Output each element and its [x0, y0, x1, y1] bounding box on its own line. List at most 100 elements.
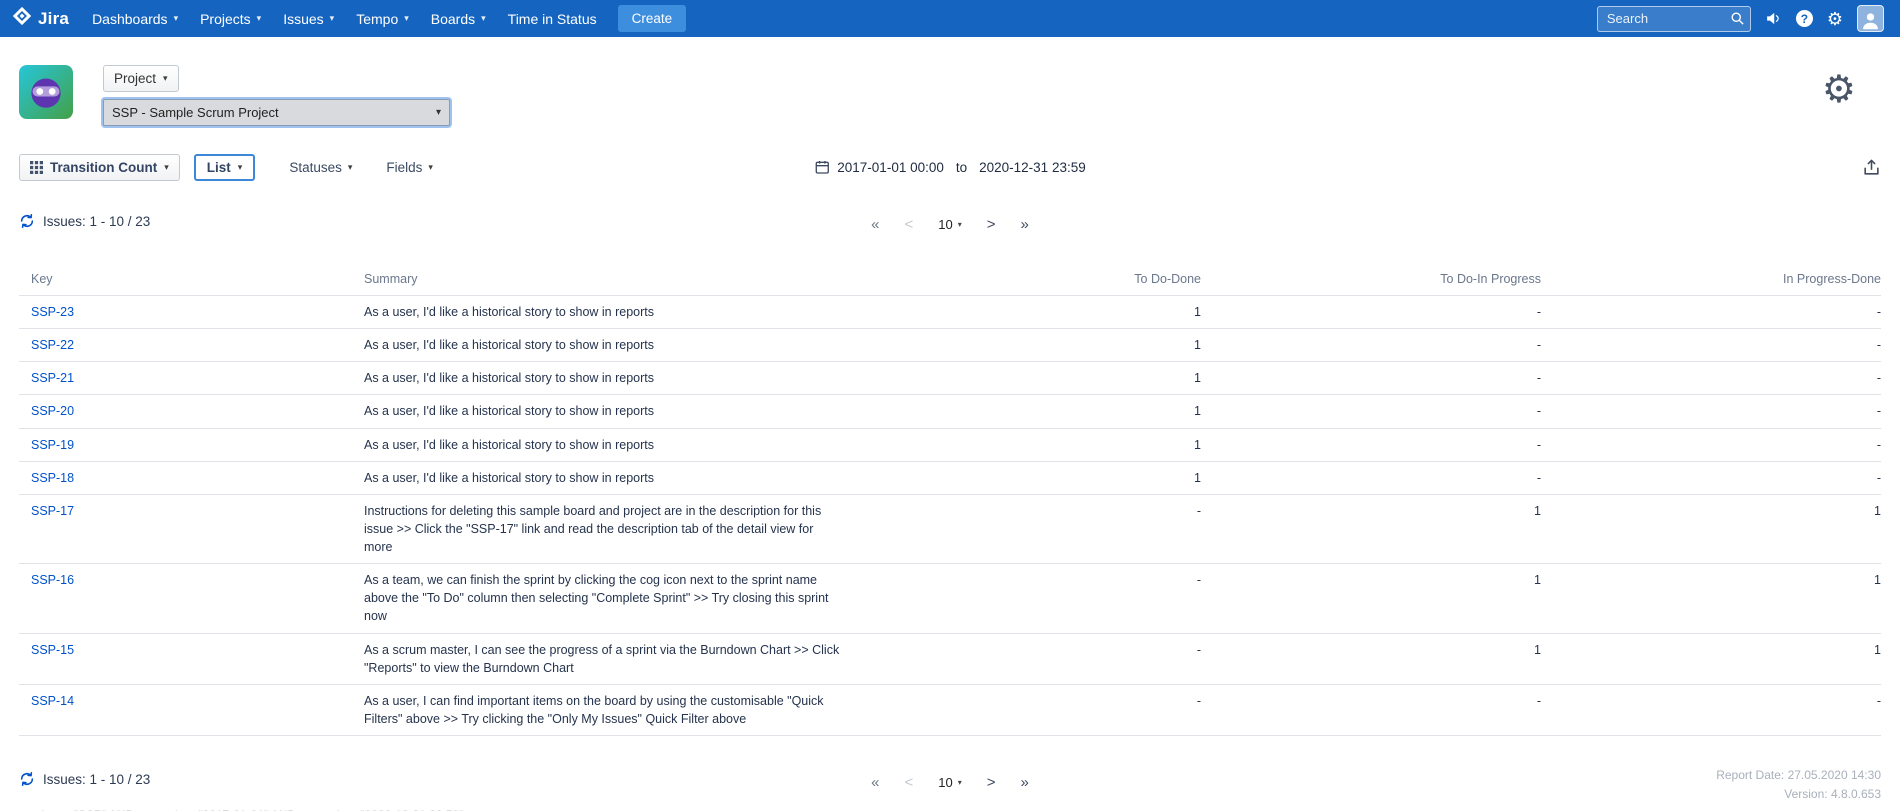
issue-key-link[interactable]: SSP-19	[31, 438, 74, 452]
chevron-down-icon: ▾	[163, 73, 168, 84]
issues-count-label: Issues: 1 - 10 / 23	[43, 772, 150, 787]
jira-logo[interactable]: Jira	[12, 6, 69, 31]
project-select[interactable]: SSP - Sample Scrum Project ▾	[103, 99, 450, 126]
cell-in-progress-done: 1	[1541, 564, 1881, 633]
page-size-dropdown[interactable]: 10 ▾	[938, 217, 961, 232]
issues-table-body: SSP-23 As a user, I'd like a historical …	[19, 296, 1881, 736]
cell-in-progress-done: -	[1541, 684, 1881, 735]
pagination-last[interactable]: »	[1021, 216, 1029, 233]
toolbar-left: Transition Count ▾ List ▾ Statuses ▾ Fie…	[19, 154, 433, 181]
cell-to-do-done: 1	[924, 428, 1201, 461]
nav-item-boards[interactable]: Boards▾	[420, 0, 497, 37]
table-row: SSP-22 As a user, I'd like a historical …	[19, 329, 1881, 362]
nav-item-projects[interactable]: Projects▾	[189, 0, 272, 37]
cell-to-do-in-progress: -	[1201, 296, 1541, 329]
nav-item-issues[interactable]: Issues▾	[272, 0, 345, 37]
project-select-value: SSP - Sample Scrum Project	[112, 105, 279, 120]
issues-count-label: Issues: 1 - 10 / 23	[43, 214, 150, 229]
issue-summary: As a scrum master, I can see the progres…	[364, 641, 844, 677]
refresh-icon[interactable]	[19, 771, 35, 787]
column-header-summary[interactable]: Summary	[364, 264, 924, 296]
issue-key-link[interactable]: SSP-22	[31, 338, 74, 352]
page-size-dropdown[interactable]: 10 ▾	[938, 775, 961, 790]
transition-count-button[interactable]: Transition Count ▾	[19, 154, 180, 181]
issue-key-link[interactable]: SSP-16	[31, 573, 74, 587]
issue-key-link[interactable]: SSP-20	[31, 404, 74, 418]
create-button[interactable]: Create	[618, 5, 687, 32]
cell-to-do-done: -	[924, 564, 1201, 633]
pagination-first[interactable]: «	[871, 774, 879, 791]
user-avatar[interactable]	[1857, 5, 1884, 32]
chevron-down-icon: ▾	[481, 13, 486, 24]
fields-dropdown[interactable]: Fields ▾	[386, 160, 433, 175]
pagination-next[interactable]: >	[987, 216, 996, 233]
chevron-down-icon: ▾	[404, 13, 409, 24]
cell-in-progress-done: -	[1541, 329, 1881, 362]
table-row: SSP-18 As a user, I'd like a historical …	[19, 461, 1881, 494]
search-icon[interactable]	[1730, 11, 1745, 26]
nav-item-dashboards[interactable]: Dashboards▾	[81, 0, 189, 37]
chevron-down-icon: ▾	[174, 13, 179, 24]
list-meta-top: Issues: 1 - 10 / 23 « < 10 ▾ > »	[0, 206, 1900, 242]
pagination-first[interactable]: «	[871, 216, 879, 233]
chevron-down-icon: ▾	[238, 162, 243, 173]
table-row: SSP-16 As a team, we can finish the spri…	[19, 564, 1881, 633]
pagination-last[interactable]: »	[1021, 774, 1029, 791]
issue-key-link[interactable]: SSP-17	[31, 504, 74, 518]
issue-summary: As a user, I'd like a historical story t…	[364, 303, 844, 321]
pagination: « < 10 ▾ > »	[871, 206, 1029, 242]
table-row: SSP-23 As a user, I'd like a historical …	[19, 296, 1881, 329]
jira-logo-icon	[12, 6, 32, 31]
issue-summary: Instructions for deleting this sample bo…	[364, 502, 844, 556]
pagination-prev[interactable]: <	[904, 216, 913, 233]
cell-in-progress-done: -	[1541, 461, 1881, 494]
issue-summary: As a user, I'd like a historical story t…	[364, 469, 844, 487]
cell-to-do-in-progress: -	[1201, 329, 1541, 362]
navbar-right: ? ⚙	[1597, 5, 1884, 32]
issue-summary: As a user, I can find important items on…	[364, 692, 844, 728]
cell-to-do-done: -	[924, 684, 1201, 735]
issue-key-link[interactable]: SSP-14	[31, 694, 74, 708]
issue-key-link[interactable]: SSP-18	[31, 471, 74, 485]
nav-item-tempo[interactable]: Tempo▾	[345, 0, 420, 37]
date-range[interactable]: 2017-01-01 00:00 to 2020-12-31 23:59	[814, 159, 1085, 175]
refresh-icon[interactable]	[19, 213, 35, 229]
grid-icon	[30, 161, 43, 174]
cell-to-do-done: 1	[924, 461, 1201, 494]
cell-to-do-in-progress: -	[1201, 395, 1541, 428]
project-scope-button[interactable]: Project ▾	[103, 65, 179, 92]
cell-to-do-in-progress: 1	[1201, 564, 1541, 633]
pagination-next[interactable]: >	[987, 774, 996, 791]
column-header-key[interactable]: Key	[19, 264, 364, 296]
nav-item-time-in-status[interactable]: Time in Status	[497, 0, 608, 37]
project-header: Project ▾ SSP - Sample Scrum Project ▾ ⚙	[0, 37, 1900, 126]
settings-gear-icon[interactable]: ⚙	[1822, 71, 1856, 109]
cell-to-do-done: -	[924, 494, 1201, 563]
column-header-in-progress-done[interactable]: In Progress-Done	[1541, 264, 1881, 296]
cell-to-do-done: -	[924, 633, 1201, 684]
issue-summary: As a team, we can finish the sprint by c…	[364, 571, 844, 625]
chevron-down-icon: ▾	[958, 778, 962, 787]
issue-key-link[interactable]: SSP-23	[31, 305, 74, 319]
toolbar: Transition Count ▾ List ▾ Statuses ▾ Fie…	[0, 146, 1900, 188]
cell-to-do-in-progress: 1	[1201, 633, 1541, 684]
pagination-prev[interactable]: <	[904, 774, 913, 791]
announcements-icon[interactable]	[1765, 10, 1782, 27]
issue-key-link[interactable]: SSP-15	[31, 643, 74, 657]
calendar-icon	[814, 159, 830, 175]
issue-summary: As a user, I'd like a historical story t…	[364, 336, 844, 354]
column-header-to-do-done[interactable]: To Do-Done	[924, 264, 1201, 296]
gear-icon[interactable]: ⚙	[1827, 10, 1843, 28]
table-row: SSP-20 As a user, I'd like a historical …	[19, 395, 1881, 428]
date-to: 2020-12-31 23:59	[979, 160, 1086, 175]
report-info: Report Date: 27.05.2020 14:30 Version: 4…	[1716, 766, 1881, 803]
issue-key-link[interactable]: SSP-21	[31, 371, 74, 385]
export-icon[interactable]	[1862, 158, 1881, 177]
statuses-dropdown[interactable]: Statuses ▾	[289, 160, 352, 175]
help-icon[interactable]: ?	[1796, 10, 1813, 27]
column-header-to-do-in-progress[interactable]: To Do-In Progress	[1201, 264, 1541, 296]
list-meta-bottom: Issues: 1 - 10 / 23 « < 10 ▾ > » Report …	[0, 764, 1900, 800]
view-mode-button[interactable]: List ▾	[194, 154, 256, 181]
table-row: SSP-14 As a user, I can find important i…	[19, 684, 1881, 735]
search-input[interactable]	[1597, 6, 1751, 32]
